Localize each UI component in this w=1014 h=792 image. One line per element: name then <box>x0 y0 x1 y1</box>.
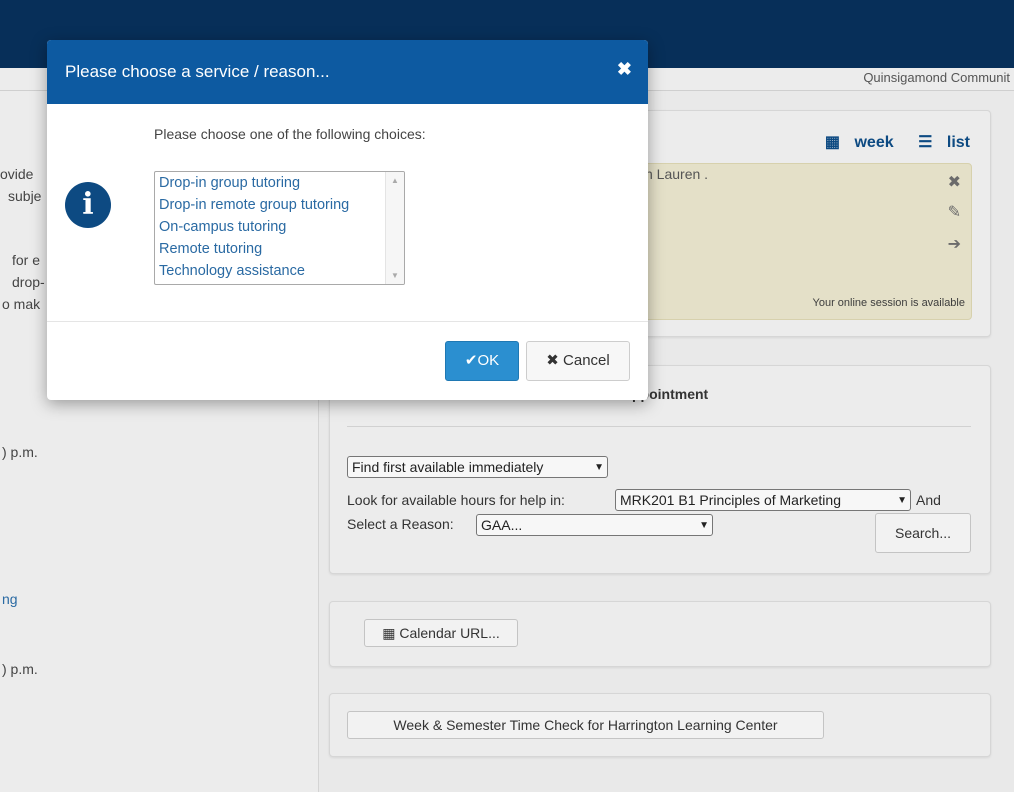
check-icon: ✔ <box>464 352 478 369</box>
modal-prompt: Please choose one of the following choic… <box>154 126 426 142</box>
ok-button[interactable]: ✔OK <box>445 341 519 381</box>
listbox-option[interactable]: On-campus tutoring <box>155 216 404 238</box>
listbox-option[interactable]: Technology assistance <box>155 260 404 282</box>
service-reason-modal: Please choose a service / reason... ✖ Pl… <box>47 40 648 400</box>
modal-title: Please choose a service / reason... <box>65 62 330 81</box>
listbox-option[interactable]: Drop-in remote group tutoring <box>155 194 404 216</box>
scroll-down-icon[interactable]: ▼ <box>391 271 399 280</box>
modal-header: Please choose a service / reason... ✖ <box>47 40 648 104</box>
info-icon: i <box>65 182 111 228</box>
listbox-scrollbar[interactable]: ▲ ▼ <box>385 172 404 284</box>
scroll-up-icon[interactable]: ▲ <box>391 176 399 185</box>
modal-footer-divider <box>47 321 648 322</box>
cancel-button[interactable]: ✖ Cancel <box>526 341 630 381</box>
listbox-option[interactable]: Remote tutoring <box>155 238 404 260</box>
close-icon[interactable]: ✖ <box>617 59 632 80</box>
x-icon: ✖ <box>546 352 559 369</box>
service-listbox[interactable]: Drop-in group tutoring Drop-in remote gr… <box>154 171 405 285</box>
listbox-option[interactable]: Drop-in group tutoring <box>155 172 404 194</box>
